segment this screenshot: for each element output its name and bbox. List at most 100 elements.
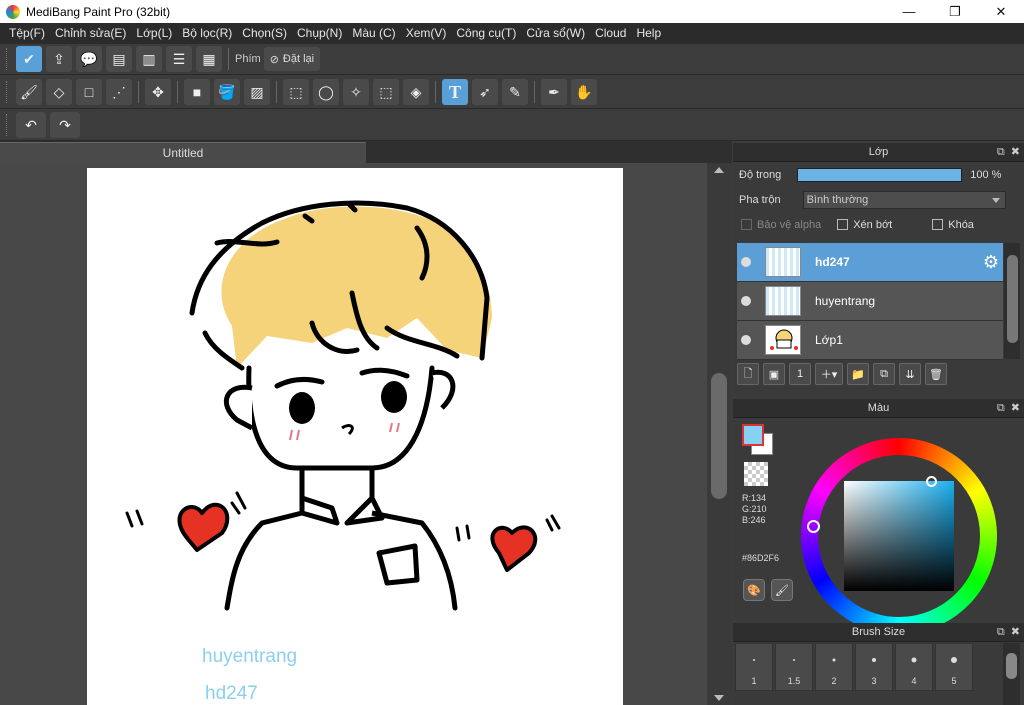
close-icon[interactable]: ✖ <box>1011 143 1020 162</box>
sv-cursor[interactable] <box>926 476 937 487</box>
reset-button[interactable]: ⊘ Đặt lại <box>263 47 321 71</box>
saturation-value-square[interactable] <box>844 476 954 591</box>
scroll-thumb[interactable] <box>711 373 727 499</box>
grid-button[interactable]: ▦ <box>196 46 222 72</box>
minimize-button[interactable]: — <box>886 0 932 23</box>
menu-help[interactable]: Help <box>631 23 666 44</box>
toolbar-separator <box>138 81 139 103</box>
menu-file[interactable]: Tệp(F) <box>4 23 50 44</box>
select-pen-tool[interactable]: ⬚ <box>373 79 399 105</box>
dot-brush-tool[interactable]: ⋰ <box>106 79 132 105</box>
move-tool[interactable]: ✥ <box>145 79 171 105</box>
operation-tool[interactable]: ➶ <box>472 79 498 105</box>
gradient-tool[interactable]: ▨ <box>244 79 270 105</box>
rectangle-tool[interactable]: □ <box>76 79 102 105</box>
add-layer-menu-button[interactable]: ＋▾ <box>815 363 843 385</box>
hue-wheel[interactable] <box>801 438 997 634</box>
layer-item-lop1[interactable]: Lớp1 <box>737 321 1003 360</box>
scroll-up-icon[interactable] <box>714 167 724 173</box>
new-folder-button[interactable]: 📁 <box>847 363 869 385</box>
menu-view[interactable]: Xem(V) <box>401 23 452 44</box>
close-icon[interactable]: ✖ <box>1011 623 1020 642</box>
brush-size-3[interactable]: 3 <box>855 643 893 691</box>
popout-icon[interactable]: ⧉ <box>997 623 1005 642</box>
menu-color[interactable]: Màu (C) <box>347 23 400 44</box>
scroll-down-icon[interactable] <box>714 695 724 701</box>
transparent-color-swatch[interactable] <box>744 462 768 486</box>
comment-button[interactable]: 💬 <box>76 46 102 72</box>
canvas-text-hd247[interactable]: hd247 <box>205 683 258 705</box>
hand-tool[interactable]: ✋ <box>571 79 597 105</box>
close-button[interactable]: ✕ <box>978 0 1024 23</box>
popout-icon[interactable]: ⧉ <box>997 143 1005 162</box>
brush-size-scrollbar[interactable] <box>1003 643 1020 705</box>
lasso-tool[interactable]: ◯ <box>313 79 339 105</box>
duplicate-layer-button[interactable]: ⧉ <box>873 363 895 385</box>
undo-button[interactable]: ↶ <box>16 112 46 138</box>
scroll-thumb[interactable] <box>1007 255 1018 343</box>
hue-cursor[interactable] <box>807 520 820 533</box>
new-1bit-layer-button[interactable]: 1 <box>789 363 811 385</box>
gear-icon[interactable]: ⚙ <box>983 252 999 273</box>
lock-checkbox[interactable] <box>932 219 944 230</box>
maximize-button[interactable]: ❐ <box>932 0 978 23</box>
palette-button[interactable]: 🎨 <box>743 579 765 601</box>
document-tab[interactable]: Untitled <box>0 142 366 163</box>
brush-size-5[interactable]: 5 <box>935 643 973 691</box>
menu-select[interactable]: Chọn(S) <box>237 23 292 44</box>
popout-icon[interactable]: ⧉ <box>997 399 1005 418</box>
blend-mode-select[interactable]: Bình thường <box>802 190 1006 209</box>
menu-cloud[interactable]: Cloud <box>590 23 631 44</box>
page-button[interactable]: ▥ <box>136 46 162 72</box>
menu-layer[interactable]: Lớp(L) <box>131 23 177 44</box>
bucket-tool[interactable]: 🪣 <box>214 79 240 105</box>
menu-window[interactable]: Cửa sổ(W) <box>521 23 590 44</box>
visibility-icon[interactable] <box>741 257 751 267</box>
menu-filter[interactable]: Bộ lọc(R) <box>177 23 237 44</box>
drawing-canvas[interactable]: huyentrang hd247 <box>87 168 623 705</box>
fill-shape-tool[interactable]: ■ <box>184 79 210 105</box>
brush-size-1[interactable]: 1 <box>735 643 773 691</box>
text-tool[interactable]: T <box>442 79 468 105</box>
new-layer-button[interactable]: 🗋 <box>737 363 759 385</box>
chat-icon: ▤ <box>112 50 126 67</box>
eyedropper-tool[interactable]: ✒ <box>541 79 567 105</box>
layer-list-scrollbar[interactable] <box>1004 243 1020 359</box>
menu-edit[interactable]: Chỉnh sửa(E) <box>50 23 131 44</box>
brush-size-1.5[interactable]: 1.5 <box>775 643 813 691</box>
magic-wand-tool[interactable]: ✧ <box>343 79 369 105</box>
menu-snap[interactable]: Chụp(N) <box>292 23 347 44</box>
select-rect-tool[interactable]: ⬚ <box>283 79 309 105</box>
redo-button[interactable]: ↷ <box>50 112 80 138</box>
cloud-save-button[interactable]: ✔ <box>16 46 42 72</box>
brush-tool[interactable]: 🖌 <box>16 79 42 105</box>
delete-layer-button[interactable]: 🗑 <box>925 363 947 385</box>
visibility-icon[interactable] <box>741 296 751 306</box>
select-eraser-tool[interactable]: ◈ <box>403 79 429 105</box>
menu-tools[interactable]: Công cụ(T) <box>451 23 521 44</box>
protect-alpha-checkbox[interactable] <box>741 219 752 230</box>
color-settings-button[interactable]: 🖌 <box>771 579 793 601</box>
new-halftone-layer-button[interactable]: ▣ <box>763 363 785 385</box>
scroll-thumb[interactable] <box>1006 653 1017 679</box>
layer-item-hd247[interactable]: hd247 ⚙ <box>737 243 1003 282</box>
red-value: R:134 <box>742 493 767 503</box>
canvas-vertical-scrollbar[interactable] <box>707 163 732 705</box>
merge-down-button[interactable]: ⇊ <box>899 363 921 385</box>
divide-tool[interactable]: ✎ <box>502 79 528 105</box>
app-logo-icon <box>6 4 20 19</box>
foreground-color-swatch[interactable] <box>742 424 764 446</box>
chat-button[interactable]: ▤ <box>106 46 132 72</box>
canvas-text-huyentrang[interactable]: huyentrang <box>202 646 297 668</box>
canvas-area[interactable]: huyentrang hd247 <box>0 163 707 705</box>
brush-size-2[interactable]: 2 <box>815 643 853 691</box>
opacity-slider[interactable] <box>797 167 963 182</box>
close-icon[interactable]: ✖ <box>1011 399 1020 418</box>
eraser-tool[interactable]: ◇ <box>46 79 72 105</box>
list-button[interactable]: ☰ <box>166 46 192 72</box>
upload-button[interactable]: ⇪ <box>46 46 72 72</box>
visibility-icon[interactable] <box>741 335 751 345</box>
layer-item-huyentrang[interactable]: huyentrang <box>737 282 1003 321</box>
clipping-checkbox[interactable] <box>837 219 849 230</box>
brush-size-4[interactable]: 4 <box>895 643 933 691</box>
